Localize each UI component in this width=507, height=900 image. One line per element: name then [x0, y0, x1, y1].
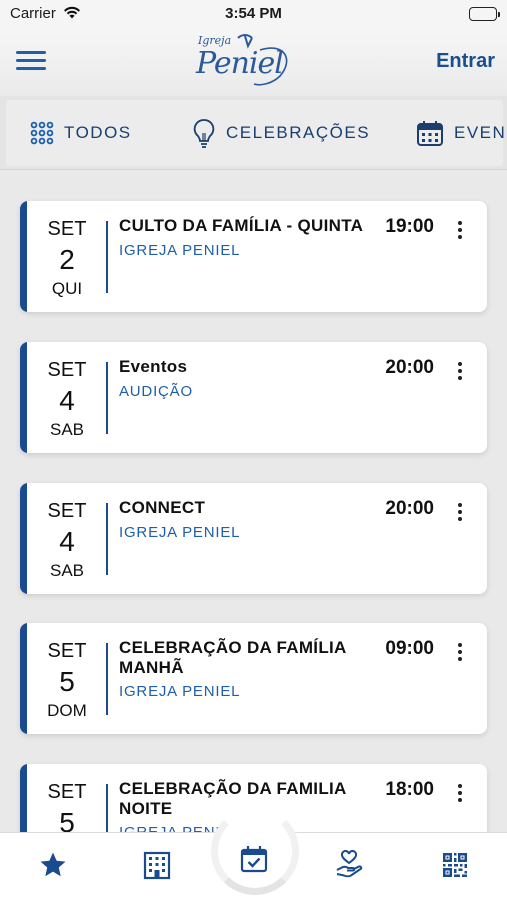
event-weekday: SAB	[49, 420, 85, 439]
more-options-icon[interactable]	[450, 362, 470, 384]
event-month: SET	[47, 359, 87, 381]
calendar-check-icon	[240, 846, 268, 877]
building-icon	[143, 850, 171, 885]
card-divider	[106, 362, 108, 434]
event-day: 5	[59, 666, 75, 697]
more-options-icon[interactable]	[450, 784, 470, 806]
more-options-icon[interactable]	[450, 503, 470, 525]
logo-main-text: Peniel	[196, 46, 284, 81]
card-divider	[106, 221, 108, 293]
church-logo: Igreja Peniel	[190, 32, 300, 90]
nav-events[interactable]	[240, 845, 268, 878]
app-header: Igreja Peniel Entrar	[0, 28, 507, 96]
tab-label: TODOS	[64, 123, 132, 142]
calendar-icon	[416, 119, 444, 147]
event-weekday: SAB	[49, 561, 85, 580]
hand-heart-icon	[334, 849, 364, 885]
event-title: CULTO DA FAMÍLIA - QUINTA	[119, 216, 364, 235]
event-time: 20:00	[385, 357, 434, 378]
event-weekday: QUI	[51, 279, 83, 298]
card-divider	[106, 643, 108, 715]
card-accent-bar	[20, 483, 27, 594]
event-list[interactable]: SET 2 QUI CULTO DA FAMÍLIA - QUINTA IGRE…	[0, 170, 507, 832]
card-divider	[106, 503, 108, 575]
event-subtitle: IGREJA PENIEL	[119, 524, 241, 541]
card-divider	[106, 784, 108, 832]
tab-celebracoes[interactable]: CELEBRAÇÕES	[192, 100, 370, 166]
grid-dots-icon	[30, 121, 54, 145]
battery-icon	[469, 7, 500, 21]
event-time: 18:00	[385, 779, 434, 800]
login-button[interactable]: Entrar	[436, 50, 495, 73]
event-weekday: DOM	[47, 701, 87, 720]
event-card[interactable]: SET 4 SAB CONNECT IGREJA PENIEL 20:00	[20, 483, 487, 594]
event-subtitle: IGREJA PENIEL	[119, 683, 241, 700]
nav-church[interactable]	[106, 833, 207, 900]
event-title: Eventos	[119, 357, 188, 376]
tab-label: CELEBRAÇÕES	[226, 123, 371, 142]
more-options-icon[interactable]	[450, 643, 470, 665]
event-title: CONNECT	[119, 498, 206, 517]
star-icon	[38, 850, 68, 885]
tab-todos[interactable]: TODOS	[30, 100, 132, 166]
bottom-navigation	[0, 807, 507, 900]
menu-button[interactable]	[16, 51, 46, 73]
hamburger-line	[16, 67, 46, 70]
event-day: 5	[59, 807, 75, 832]
event-day: 2	[59, 244, 75, 275]
event-month: SET	[47, 781, 87, 803]
event-card[interactable]: SET 2 QUI CULTO DA FAMÍLIA - QUINTA IGRE…	[20, 201, 487, 312]
status-time: 3:54 PM	[225, 5, 282, 22]
status-bar: Carrier 3:54 PM	[0, 0, 507, 28]
event-month: SET	[47, 500, 87, 522]
more-options-icon[interactable]	[450, 221, 470, 243]
event-time: 09:00	[385, 638, 434, 659]
card-accent-bar	[20, 623, 27, 734]
event-month: SET	[47, 640, 87, 662]
event-month: SET	[47, 218, 87, 240]
hamburger-line	[16, 59, 46, 62]
category-tabs: TODOS CELEBRAÇÕES EVEN	[0, 96, 507, 170]
event-subtitle: IGREJA PENIEL	[119, 242, 241, 259]
card-accent-bar	[20, 342, 27, 453]
hamburger-line	[16, 51, 46, 54]
event-time: 20:00	[385, 498, 434, 519]
event-card[interactable]: SET 4 SAB Eventos AUDIÇÃO 20:00	[20, 342, 487, 453]
tab-label: EVEN	[454, 123, 507, 142]
nav-giving[interactable]	[298, 833, 399, 900]
nav-qr-code[interactable]	[404, 833, 505, 900]
nav-favorites[interactable]	[2, 833, 103, 900]
event-subtitle: AUDIÇÃO	[119, 383, 193, 400]
card-accent-bar	[20, 201, 27, 312]
event-title: CELEBRAÇÃO DA FAMÍLIA MANHÃ	[119, 638, 346, 677]
event-card[interactable]: SET 5 DOM CELEBRAÇÃO DA FAMÍLIA MANHÃ IG…	[20, 623, 487, 734]
tab-eventos[interactable]: EVEN	[416, 100, 506, 166]
event-day: 4	[59, 526, 75, 557]
card-accent-bar	[20, 764, 27, 832]
event-time: 19:00	[385, 216, 434, 237]
qr-code-icon	[442, 852, 468, 883]
lightbulb-icon	[192, 118, 216, 148]
event-day: 4	[59, 385, 75, 416]
